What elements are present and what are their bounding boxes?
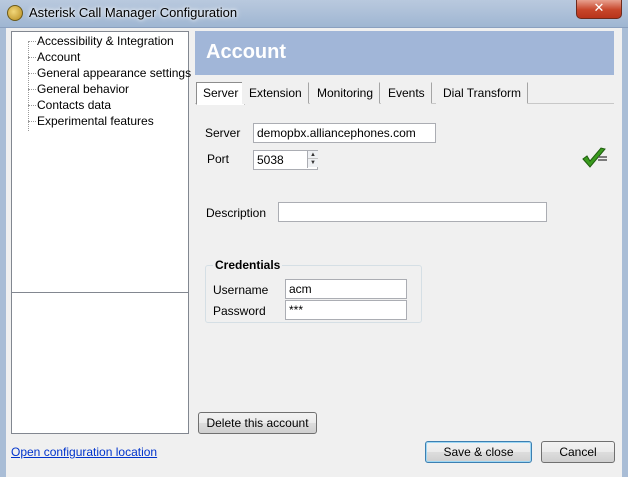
server-label: Server: [205, 126, 241, 140]
tree-connector: [28, 89, 36, 90]
cancel-button[interactable]: Cancel: [541, 441, 615, 463]
tree-item-account[interactable]: Account: [37, 49, 80, 65]
description-input[interactable]: [278, 202, 547, 222]
spin-up-icon[interactable]: ▲: [308, 151, 318, 159]
username-input[interactable]: [285, 279, 407, 299]
tab-events[interactable]: Events: [381, 82, 432, 104]
password-input[interactable]: [285, 300, 407, 320]
tree-item-appearance[interactable]: General appearance settings: [37, 65, 191, 81]
credentials-title: Credentials: [213, 258, 283, 272]
delete-account-button[interactable]: Delete this account: [198, 412, 317, 434]
app-icon: [7, 5, 23, 21]
save-close-button[interactable]: Save & close: [425, 441, 532, 463]
tree-connector: [28, 41, 29, 131]
tab-server[interactable]: Server: [196, 82, 246, 105]
window-frame-right: [622, 28, 628, 477]
tree-connector: [28, 41, 36, 42]
username-label: Username: [213, 283, 269, 297]
tree-item-contacts[interactable]: Contacts data: [37, 97, 111, 113]
section-header: Account: [195, 31, 614, 75]
title-bar: Asterisk Call Manager Configuration ✕: [0, 0, 628, 28]
spin-down-icon[interactable]: ▼: [308, 159, 318, 167]
port-spinner[interactable]: ▲ ▼: [307, 151, 318, 168]
tree-item-behavior[interactable]: General behavior: [37, 81, 129, 97]
description-label: Description: [206, 206, 267, 220]
tab-extension[interactable]: Extension: [242, 82, 309, 104]
server-input[interactable]: [253, 123, 436, 143]
port-label: Port: [207, 152, 230, 166]
tree-connector: [28, 73, 36, 74]
password-label: Password: [213, 304, 266, 318]
page-title: Account: [206, 41, 286, 63]
description-panel: [11, 292, 189, 434]
settings-tree[interactable]: Accessibility & Integration Account Gene…: [11, 31, 191, 293]
tree-item-experimental[interactable]: Experimental features: [37, 113, 154, 129]
open-config-location-link[interactable]: Open configuration location: [11, 445, 157, 459]
close-icon: ✕: [593, 1, 605, 16]
tree-connector: [28, 57, 36, 58]
close-button[interactable]: ✕: [576, 0, 622, 19]
check-icon: [582, 147, 607, 168]
tree-connector: [28, 121, 36, 122]
tree-connector: [28, 105, 36, 106]
tab-monitoring[interactable]: Monitoring: [310, 82, 381, 104]
tree-item-accessibility[interactable]: Accessibility & Integration: [37, 33, 174, 49]
tab-dial-transform[interactable]: Dial Transform: [436, 82, 529, 104]
window-title: Asterisk Call Manager Configuration: [29, 5, 238, 20]
